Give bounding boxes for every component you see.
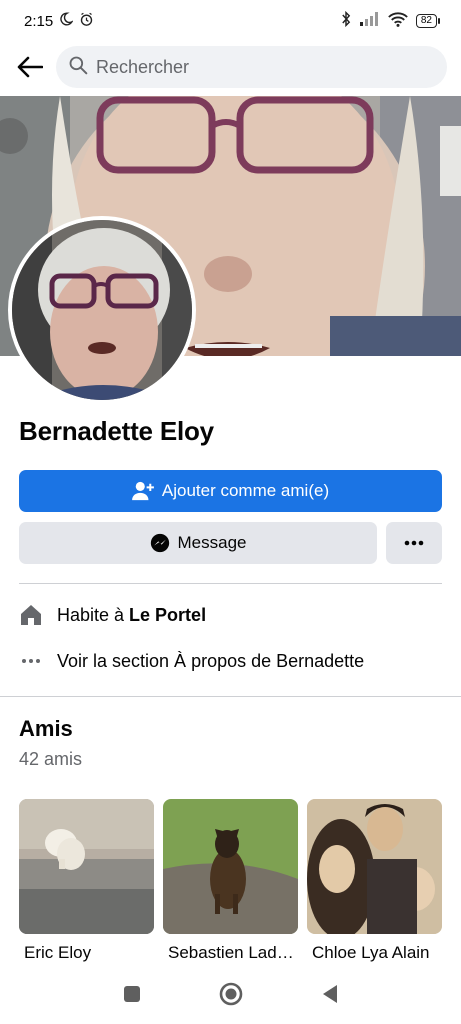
alarm-icon: [79, 12, 94, 31]
add-friend-button[interactable]: Ajouter comme ami(e): [19, 470, 442, 512]
more-options-button[interactable]: [386, 522, 442, 564]
status-bar: 2:15 82: [0, 0, 461, 42]
square-icon: [123, 985, 140, 1002]
friend-photo-image: [163, 799, 298, 934]
friend-card[interactable]: Sebastien Lad…: [163, 799, 298, 963]
moon-icon: [59, 12, 74, 30]
message-button[interactable]: Message: [19, 522, 377, 564]
system-nav-bar: [0, 968, 461, 1024]
back-nav-button[interactable]: [321, 984, 339, 1009]
friend-card[interactable]: Eric Eloy: [19, 799, 154, 963]
profile-name: Bernadette Eloy: [19, 416, 214, 446]
search-icon: [68, 55, 88, 80]
triangle-back-icon: [322, 984, 337, 1003]
home-icon: [19, 603, 43, 627]
bluetooth-icon: [340, 10, 352, 31]
profile-picture[interactable]: [8, 216, 196, 404]
add-friend-label: Ajouter comme ami(e): [161, 481, 330, 500]
friend-photo: [307, 799, 442, 934]
ellipsis-icon: [19, 649, 43, 673]
friend-card[interactable]: Chloe Lya Alain: [307, 799, 442, 963]
circle-icon: [219, 982, 242, 1005]
info-about-link[interactable]: Voir la section À propos de Bernadette: [19, 649, 364, 673]
search-header: [0, 42, 461, 92]
back-button[interactable]: [14, 51, 46, 83]
friends-title: Amis: [19, 716, 73, 741]
friend-name: Sebastien Lad…: [168, 943, 294, 962]
lives-in-text: Habite à Le Portel: [57, 605, 206, 626]
search-input[interactable]: [96, 56, 435, 78]
clock: 2:15: [24, 12, 54, 30]
section-divider: [0, 696, 461, 697]
arrow-left-icon: [17, 56, 43, 78]
wifi-icon: [388, 12, 408, 31]
battery-indicator: 82: [415, 14, 441, 28]
lives-in-prefix: Habite à: [57, 604, 130, 625]
divider: [19, 583, 442, 584]
home-button[interactable]: [219, 982, 243, 1011]
profile-picture-image: [12, 220, 192, 400]
message-label: Message: [177, 533, 247, 552]
friend-photo-image: [19, 799, 154, 934]
add-friend-icon: [131, 481, 154, 501]
messenger-icon: [150, 533, 169, 553]
status-left: 2:15: [24, 12, 94, 31]
status-right: 82: [340, 10, 441, 31]
friend-name: Chloe Lya Alain: [312, 943, 430, 962]
info-lives-in: Habite à Le Portel: [19, 603, 206, 627]
recents-button[interactable]: [123, 985, 141, 1008]
lives-in-city[interactable]: Le Portel: [129, 605, 206, 625]
friend-photo: [163, 799, 298, 934]
friend-name: Eric Eloy: [24, 943, 92, 962]
ellipsis-icon: [404, 540, 424, 546]
friend-photo-image: [307, 799, 442, 934]
search-bar[interactable]: [56, 46, 447, 88]
friend-photo: [19, 799, 154, 934]
signal-icon: [359, 12, 380, 30]
friends-count: 42 amis: [19, 749, 83, 769]
about-link-label: Voir la section À propos de Bernadette: [57, 650, 365, 671]
